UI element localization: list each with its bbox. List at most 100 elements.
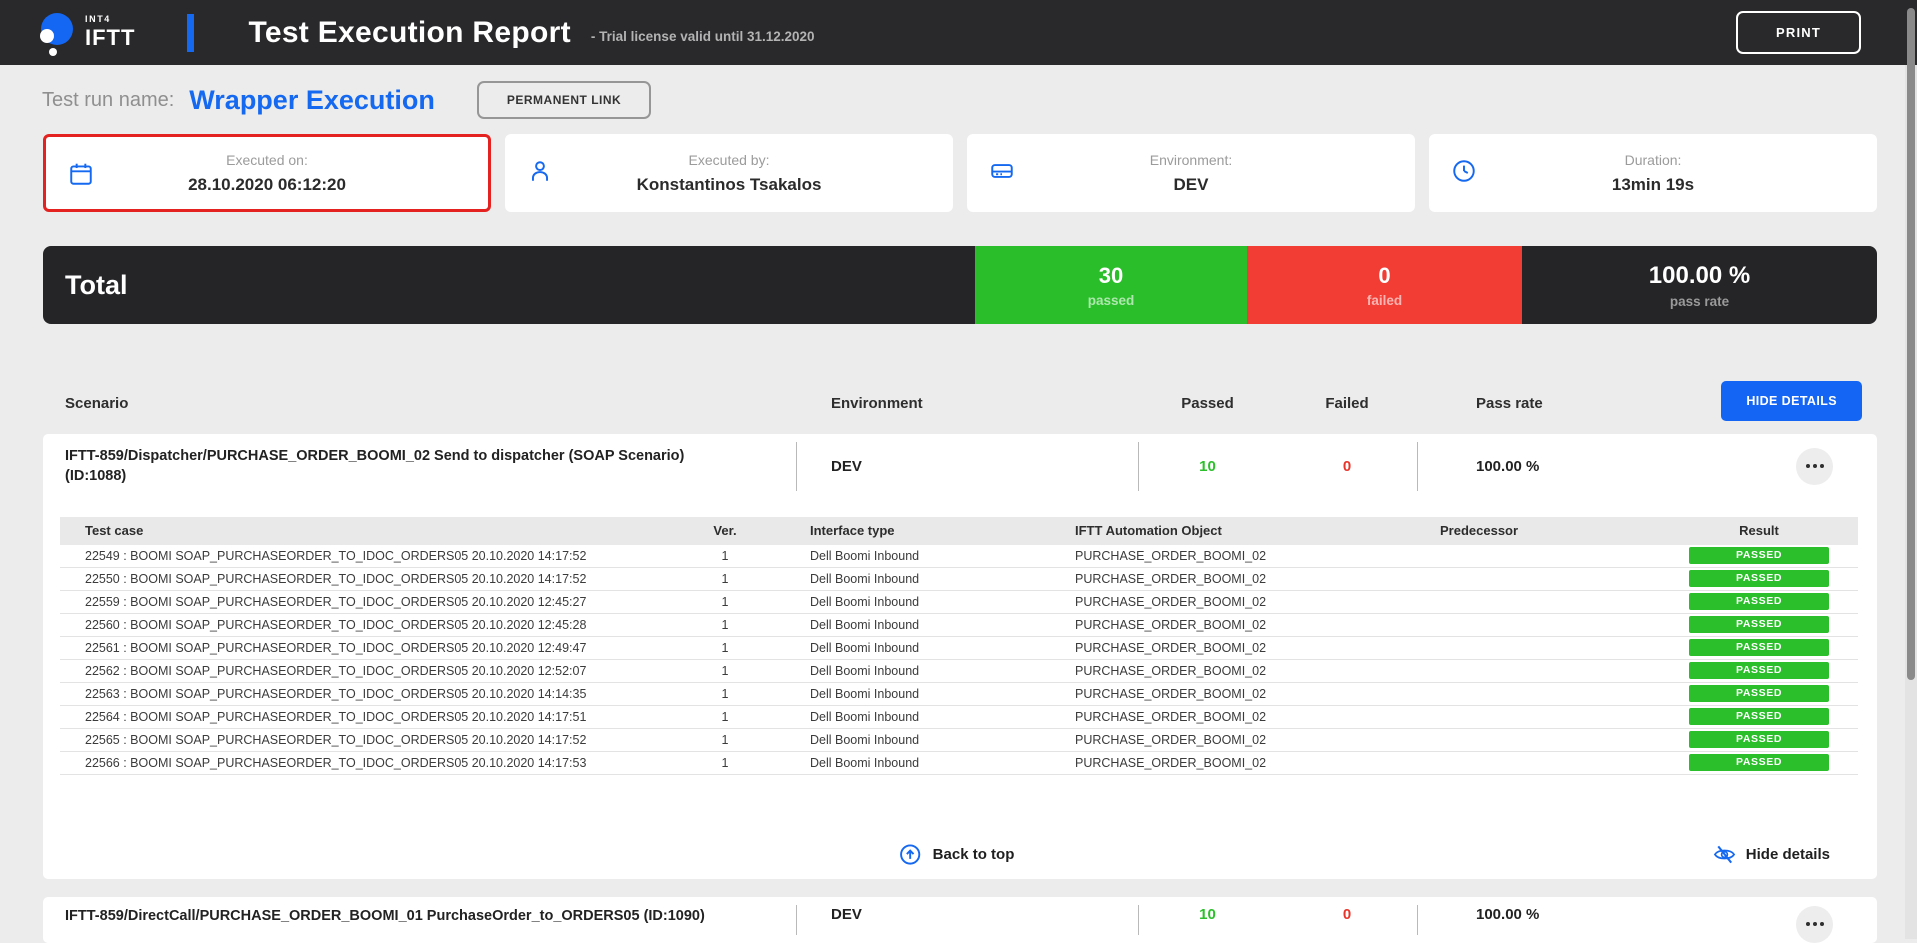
result-badge: PASSED — [1689, 731, 1829, 748]
environment-card: Environment: DEV — [967, 134, 1415, 212]
duration-card: Duration: 13min 19s — [1429, 134, 1877, 212]
test-run-name: Wrapper Execution — [189, 85, 435, 116]
scenario-failed-count: 0 — [1276, 434, 1418, 499]
table-row: 22549 : BOOMI SOAP_PURCHASEORDER_TO_IDOC… — [60, 545, 1858, 568]
total-failed-section: 0 failed — [1247, 246, 1522, 324]
scenario-pass-rate: 100.00 % — [1418, 434, 1661, 499]
table-row: 22559 : BOOMI SOAP_PURCHASEORDER_TO_IDOC… — [60, 591, 1858, 614]
test-case-cell: 22550 : BOOMI SOAP_PURCHASEORDER_TO_IDOC… — [60, 572, 690, 586]
vertical-scrollbar-thumb[interactable] — [1907, 8, 1915, 680]
test-run-row: Test run name: Wrapper Execution PERMANE… — [42, 78, 1917, 122]
environment-value: DEV — [1174, 175, 1209, 195]
executed-on-label: Executed on: — [226, 152, 308, 168]
executed-on-card: Executed on: 28.10.2020 06:12:20 — [43, 134, 491, 212]
info-cards-row: Executed on: 28.10.2020 06:12:20 Execute… — [43, 134, 1877, 212]
eye-slash-icon — [1712, 843, 1737, 866]
scenario-card-2: IFTT-859/DirectCall/PURCHASE_ORDER_BOOMI… — [43, 897, 1877, 943]
license-note: - Trial license valid until 31.12.2020 — [591, 29, 815, 44]
total-failed-label: failed — [1367, 293, 1402, 308]
column-header-environment: Environment — [797, 395, 1139, 412]
scenario-name: IFTT-859/Dispatcher/PURCHASE_ORDER_BOOMI… — [43, 434, 797, 499]
table-row: 22562 : BOOMI SOAP_PURCHASEORDER_TO_IDOC… — [60, 660, 1858, 683]
test-case-cell: 22549 : BOOMI SOAP_PURCHASEORDER_TO_IDOC… — [60, 549, 690, 563]
column-header-automation-object: IFTT Automation Object — [1055, 523, 1420, 538]
scenario-environment: DEV — [797, 897, 1139, 943]
table-row: 22561 : BOOMI SOAP_PURCHASEORDER_TO_IDOC… — [60, 637, 1858, 660]
scenario-table-header: Scenario Environment Passed Failed Pass … — [43, 381, 1877, 425]
result-badge: PASSED — [1689, 639, 1829, 656]
test-case-cell: 22560 : BOOMI SOAP_PURCHASEORDER_TO_IDOC… — [60, 618, 690, 632]
total-passed-value: 30 — [1099, 263, 1123, 289]
column-header-ver: Ver. — [690, 523, 760, 538]
hide-details-label: Hide details — [1746, 846, 1830, 863]
column-header-pass-rate: Pass rate — [1418, 395, 1661, 412]
column-header-interface-type: Interface type — [760, 523, 1055, 538]
result-badge: PASSED — [1689, 616, 1829, 633]
scenario-summary-row: IFTT-859/DirectCall/PURCHASE_ORDER_BOOMI… — [43, 897, 1877, 943]
back-to-top-link[interactable]: Back to top — [899, 843, 1015, 866]
executed-by-card: Executed by: Konstantinos Tsakalos — [505, 134, 953, 212]
hide-details-link[interactable]: Hide details — [1712, 843, 1830, 866]
total-label-section: Total — [43, 246, 975, 324]
result-badge: PASSED — [1689, 754, 1829, 771]
calendar-icon — [68, 161, 94, 187]
ellipsis-icon — [1806, 464, 1810, 468]
brand-top-label: INT4 — [85, 15, 135, 24]
total-passed-section: 30 passed — [975, 246, 1247, 324]
permanent-link-button[interactable]: PERMANENT LINK — [477, 81, 651, 119]
user-icon — [527, 158, 553, 184]
back-to-top-label: Back to top — [933, 846, 1015, 863]
card-footer: Back to top Hide details — [43, 839, 1877, 879]
table-row: 22563 : BOOMI SOAP_PURCHASEORDER_TO_IDOC… — [60, 683, 1858, 706]
scenario-card-1: IFTT-859/Dispatcher/PURCHASE_ORDER_BOOMI… — [43, 434, 1877, 879]
scenario-name: IFTT-859/DirectCall/PURCHASE_ORDER_BOOMI… — [43, 897, 797, 943]
scenario-passed-count: 10 — [1139, 897, 1276, 943]
executed-by-value: Konstantinos Tsakalos — [637, 175, 822, 195]
test-case-cell: 22559 : BOOMI SOAP_PURCHASEORDER_TO_IDOC… — [60, 595, 690, 609]
column-header-scenario: Scenario — [43, 395, 797, 412]
scenario-failed-count: 0 — [1276, 897, 1418, 943]
column-header-failed: Failed — [1276, 395, 1418, 412]
executed-on-value: 28.10.2020 06:12:20 — [188, 175, 346, 195]
test-case-cell: 22566 : BOOMI SOAP_PURCHASEORDER_TO_IDOC… — [60, 756, 690, 770]
test-case-table: Test case Ver. Interface type IFTT Autom… — [60, 517, 1858, 775]
print-button[interactable]: PRINT — [1736, 11, 1861, 54]
total-pass-rate-value: 100.00 % — [1649, 262, 1750, 290]
top-bar: INT4 IFTT Test Execution Report - Trial … — [0, 0, 1917, 65]
scenario-more-actions-button[interactable] — [1796, 906, 1833, 943]
result-badge: PASSED — [1689, 708, 1829, 725]
column-header-test-case: Test case — [60, 523, 690, 538]
test-case-cell: 22562 : BOOMI SOAP_PURCHASEORDER_TO_IDOC… — [60, 664, 690, 678]
scenario-actions — [1661, 897, 1877, 943]
result-badge: PASSED — [1689, 662, 1829, 679]
result-badge: PASSED — [1689, 547, 1829, 564]
hide-details-button[interactable]: HIDE DETAILS — [1721, 381, 1862, 421]
brand-logo: INT4 IFTT — [36, 7, 135, 59]
test-case-cell: 22561 : BOOMI SOAP_PURCHASEORDER_TO_IDOC… — [60, 641, 690, 655]
test-case-cell: 22564 : BOOMI SOAP_PURCHASEORDER_TO_IDOC… — [60, 710, 690, 724]
column-header-result: Result — [1660, 523, 1858, 538]
table-row: 22566 : BOOMI SOAP_PURCHASEORDER_TO_IDOC… — [60, 752, 1858, 775]
total-pass-rate-section: 100.00 % pass rate — [1522, 246, 1877, 324]
table-row: 22564 : BOOMI SOAP_PURCHASEORDER_TO_IDOC… — [60, 706, 1858, 729]
server-icon — [989, 158, 1015, 184]
brand-bottom-label: IFTT — [85, 27, 135, 49]
column-header-passed: Passed — [1139, 395, 1276, 412]
result-badge: PASSED — [1689, 685, 1829, 702]
duration-label: Duration: — [1625, 152, 1682, 168]
table-row: 22560 : BOOMI SOAP_PURCHASEORDER_TO_IDOC… — [60, 614, 1858, 637]
scenario-pass-rate: 100.00 % — [1418, 897, 1661, 943]
scenario-environment: DEV — [797, 434, 1139, 499]
table-row: 22550 : BOOMI SOAP_PURCHASEORDER_TO_IDOC… — [60, 568, 1858, 591]
ellipsis-icon — [1806, 922, 1810, 926]
test-case-cell: 22565 : BOOMI SOAP_PURCHASEORDER_TO_IDOC… — [60, 733, 690, 747]
test-run-label: Test run name: — [42, 89, 174, 112]
result-badge: PASSED — [1689, 593, 1829, 610]
scenario-more-actions-button[interactable] — [1796, 448, 1833, 485]
arrow-up-circle-icon — [899, 843, 922, 866]
total-pass-rate-label: pass rate — [1670, 294, 1729, 309]
scenario-actions — [1661, 434, 1877, 499]
clock-icon — [1451, 158, 1477, 184]
page-title: Test Execution Report — [248, 16, 570, 50]
int4-logo-icon — [36, 11, 76, 59]
